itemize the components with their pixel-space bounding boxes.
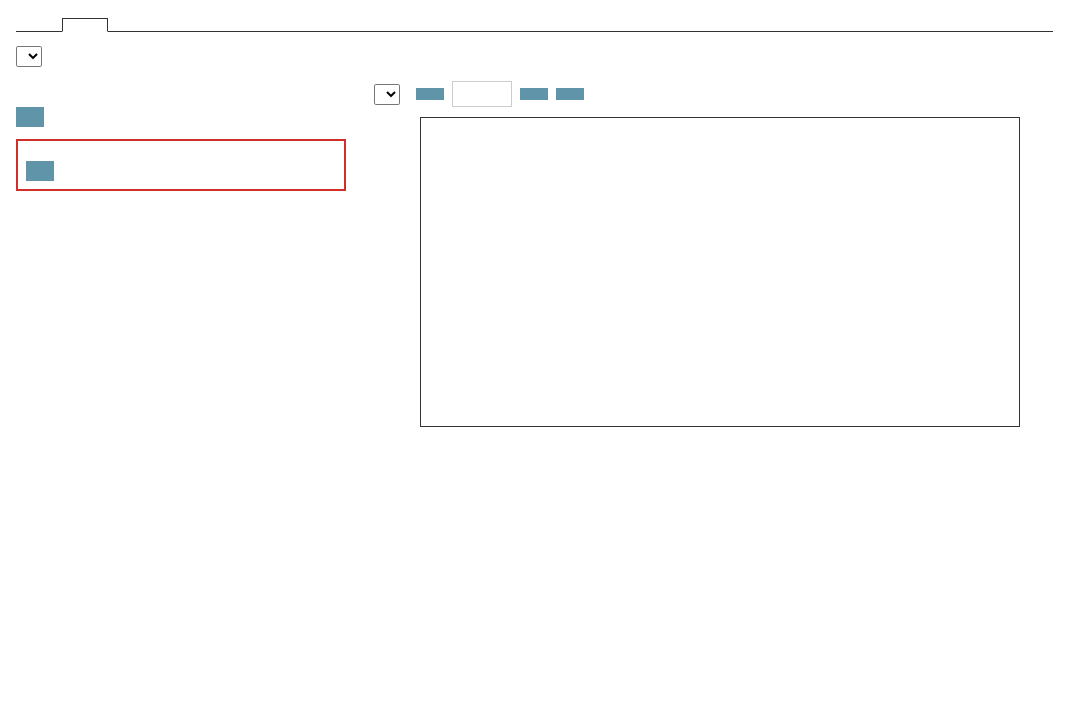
tab-daily-flow[interactable] — [62, 18, 108, 32]
prev-year-button[interactable] — [416, 88, 444, 100]
next-year-button[interactable] — [520, 88, 548, 100]
download-flow-button[interactable] — [16, 107, 44, 127]
graph-type-select[interactable] — [374, 84, 400, 105]
data-series-select[interactable] — [16, 46, 42, 67]
refresh-button[interactable] — [556, 88, 584, 100]
tab-station-info[interactable] — [16, 18, 62, 31]
hydrograph-chart — [366, 115, 1054, 439]
tab-bar — [16, 18, 1053, 32]
tab-catchment-info[interactable] — [154, 18, 200, 31]
year-input[interactable] — [452, 81, 512, 107]
tab-peak-flow[interactable] — [108, 18, 154, 31]
cdr-highlight-box — [16, 139, 346, 191]
plot-area — [420, 117, 1020, 427]
download-cdr-button[interactable] — [26, 161, 54, 181]
